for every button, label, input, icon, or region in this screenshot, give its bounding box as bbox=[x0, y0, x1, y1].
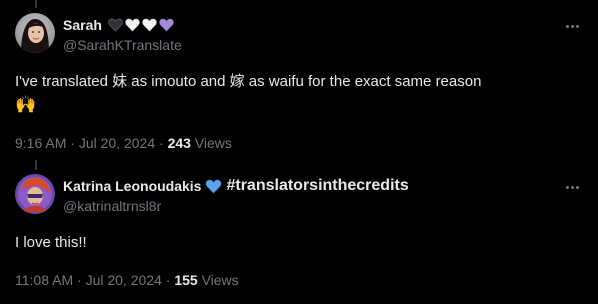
meta-separator: · bbox=[159, 135, 164, 151]
display-name[interactable]: Katrina Leonoudakis bbox=[63, 178, 201, 194]
more-dot-icon bbox=[570, 24, 574, 28]
tweet-body: I've translated 妹 as imouto and 嫁 as wai… bbox=[15, 73, 482, 90]
more-dot-icon bbox=[565, 185, 569, 189]
name-emoji-hearts bbox=[108, 18, 174, 32]
handle[interactable]: @SarahKTranslate bbox=[63, 37, 182, 53]
tweet-body: I love this!! bbox=[15, 234, 87, 251]
more-options-button[interactable] bbox=[562, 180, 582, 194]
tweet-text: I love this!! bbox=[15, 231, 578, 254]
white-heart-icon bbox=[125, 18, 140, 32]
views-label: Views bbox=[194, 135, 232, 151]
views-label: Views bbox=[201, 272, 239, 288]
purple-heart-icon bbox=[159, 18, 174, 32]
hashtag-link[interactable]: #translatorsinthecredits bbox=[226, 177, 408, 195]
avatar[interactable] bbox=[15, 13, 55, 53]
timestamp-date[interactable]: Jul 20, 2024 bbox=[79, 135, 155, 151]
more-dot-icon bbox=[575, 185, 579, 189]
meta-separator: · bbox=[165, 272, 171, 288]
tweet-meta: 9:16 AM · Jul 20, 2024 · 243 Views bbox=[15, 135, 232, 151]
tweet-sarah[interactable]: Sarah @SarahKTranslate I've translated 妹… bbox=[0, 0, 598, 160]
display-name[interactable]: Sarah bbox=[63, 17, 102, 33]
more-dot-icon bbox=[575, 24, 579, 28]
tweet-meta: 11:08 AM · Jul 20, 2024 · 155 Views bbox=[15, 272, 239, 288]
more-dot-icon bbox=[565, 24, 569, 28]
avatar[interactable] bbox=[15, 174, 55, 214]
author-name-row: Katrina Leonoudakis #translatorsinthecre… bbox=[63, 177, 409, 195]
meta-separator: · bbox=[77, 272, 82, 288]
views-count: 155 bbox=[174, 272, 198, 288]
black-heart-icon bbox=[108, 18, 123, 32]
tweet-katrina[interactable]: Katrina Leonoudakis #translatorsinthecre… bbox=[0, 160, 598, 304]
raised-hands-icon: 🙌 bbox=[15, 95, 37, 114]
timestamp-time[interactable]: 11:08 AM bbox=[15, 272, 73, 288]
meta-separator: · bbox=[70, 135, 75, 151]
author-name-row: Sarah bbox=[63, 16, 174, 34]
timestamp-time[interactable]: 9:16 AM bbox=[15, 135, 66, 151]
more-dot-icon bbox=[570, 185, 574, 189]
handle[interactable]: @katrinaltrnsl8r bbox=[63, 198, 161, 214]
tweet-text: I've translated 妹 as imouto and 嫁 as wai… bbox=[15, 70, 578, 117]
timestamp-date[interactable]: Jul 20, 2024 bbox=[86, 272, 162, 288]
blue-heart-icon bbox=[205, 179, 222, 194]
white-heart-icon bbox=[142, 18, 157, 32]
views-count: 243 bbox=[167, 135, 191, 151]
more-options-button[interactable] bbox=[562, 19, 582, 33]
